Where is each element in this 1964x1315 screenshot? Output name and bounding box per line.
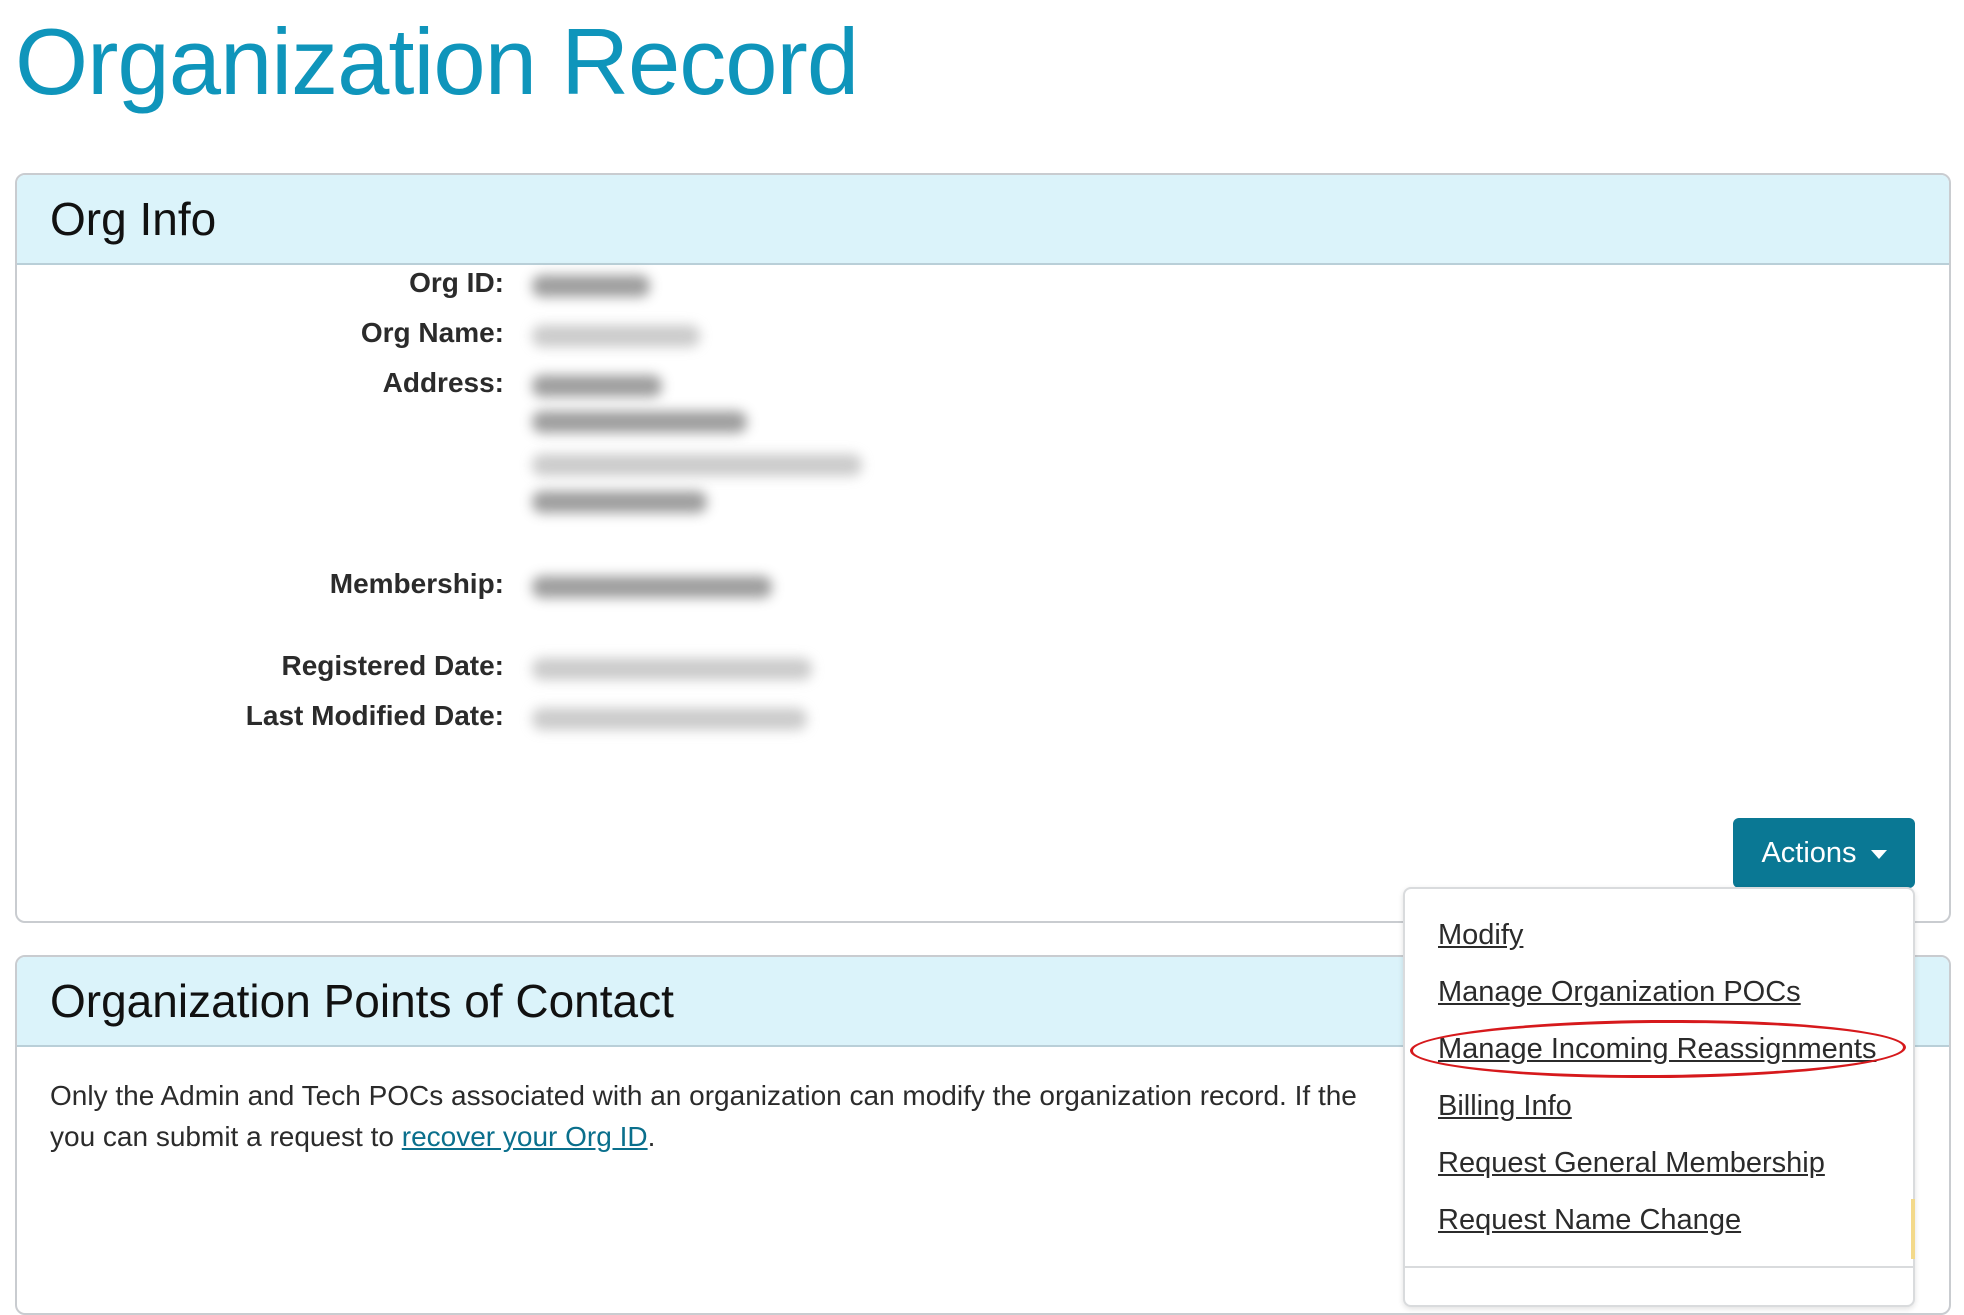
menu-item-request-general-membership[interactable]: Request General Membership (1438, 1147, 1825, 1180)
last-modified-date-value-redacted (532, 708, 807, 730)
poc-title: Organization Points of Contact (50, 975, 674, 1027)
org-info-header: Org Info (17, 175, 1949, 265)
poc-text-line2: you can submit a request to (50, 1121, 402, 1152)
registered-date-value-redacted (532, 658, 812, 680)
membership-value-redacted (532, 576, 772, 598)
poc-text-end: . (647, 1121, 656, 1152)
page-title: Organization Record (15, 9, 859, 114)
menu-item-manage-incoming-reassignments[interactable]: Manage Incoming Reassignments (1438, 1033, 1876, 1066)
actions-dropdown-menu: Modify Manage Organization POCs Manage I… (1403, 887, 1915, 1307)
org-id-label: Org ID: (409, 267, 504, 298)
menu-item-request-name-change[interactable]: Request Name Change (1438, 1204, 1741, 1237)
membership-label: Membership: (329, 568, 504, 599)
caret-down-icon (1870, 849, 1887, 859)
poc-text-line1: Only the Admin and Tech POCs associated … (50, 1080, 1357, 1111)
org-id-value-redacted (532, 275, 650, 297)
recover-org-id-link[interactable]: recover your Org ID (402, 1121, 648, 1152)
dropdown-divider (1405, 1266, 1913, 1268)
address-line-2-redacted (532, 411, 747, 433)
address-line-3-redacted (532, 454, 862, 476)
org-info-card: Org Info Org ID: Org Name: Address: Memb… (15, 173, 1951, 923)
address-line-4-redacted (532, 491, 707, 513)
menu-item-modify[interactable]: Modify (1438, 919, 1523, 952)
menu-item-manage-organization-pocs[interactable]: Manage Organization POCs (1438, 976, 1801, 1009)
dropdown-edge-accent (1911, 1199, 1915, 1259)
org-name-label: Org Name: (360, 317, 504, 348)
registered-date-label: Registered Date: (281, 650, 504, 681)
org-info-title: Org Info (50, 193, 217, 245)
address-label: Address: (382, 367, 504, 398)
poc-description: Only the Admin and Tech POCs associated … (50, 1075, 1430, 1157)
actions-button-label: Actions (1761, 836, 1857, 869)
last-modified-date-label: Last Modified Date: (245, 700, 504, 731)
org-name-value-redacted (532, 325, 700, 347)
menu-item-billing-info[interactable]: Billing Info (1438, 1090, 1572, 1123)
actions-button[interactable]: Actions (1733, 818, 1915, 888)
address-line-1-redacted (532, 375, 662, 397)
